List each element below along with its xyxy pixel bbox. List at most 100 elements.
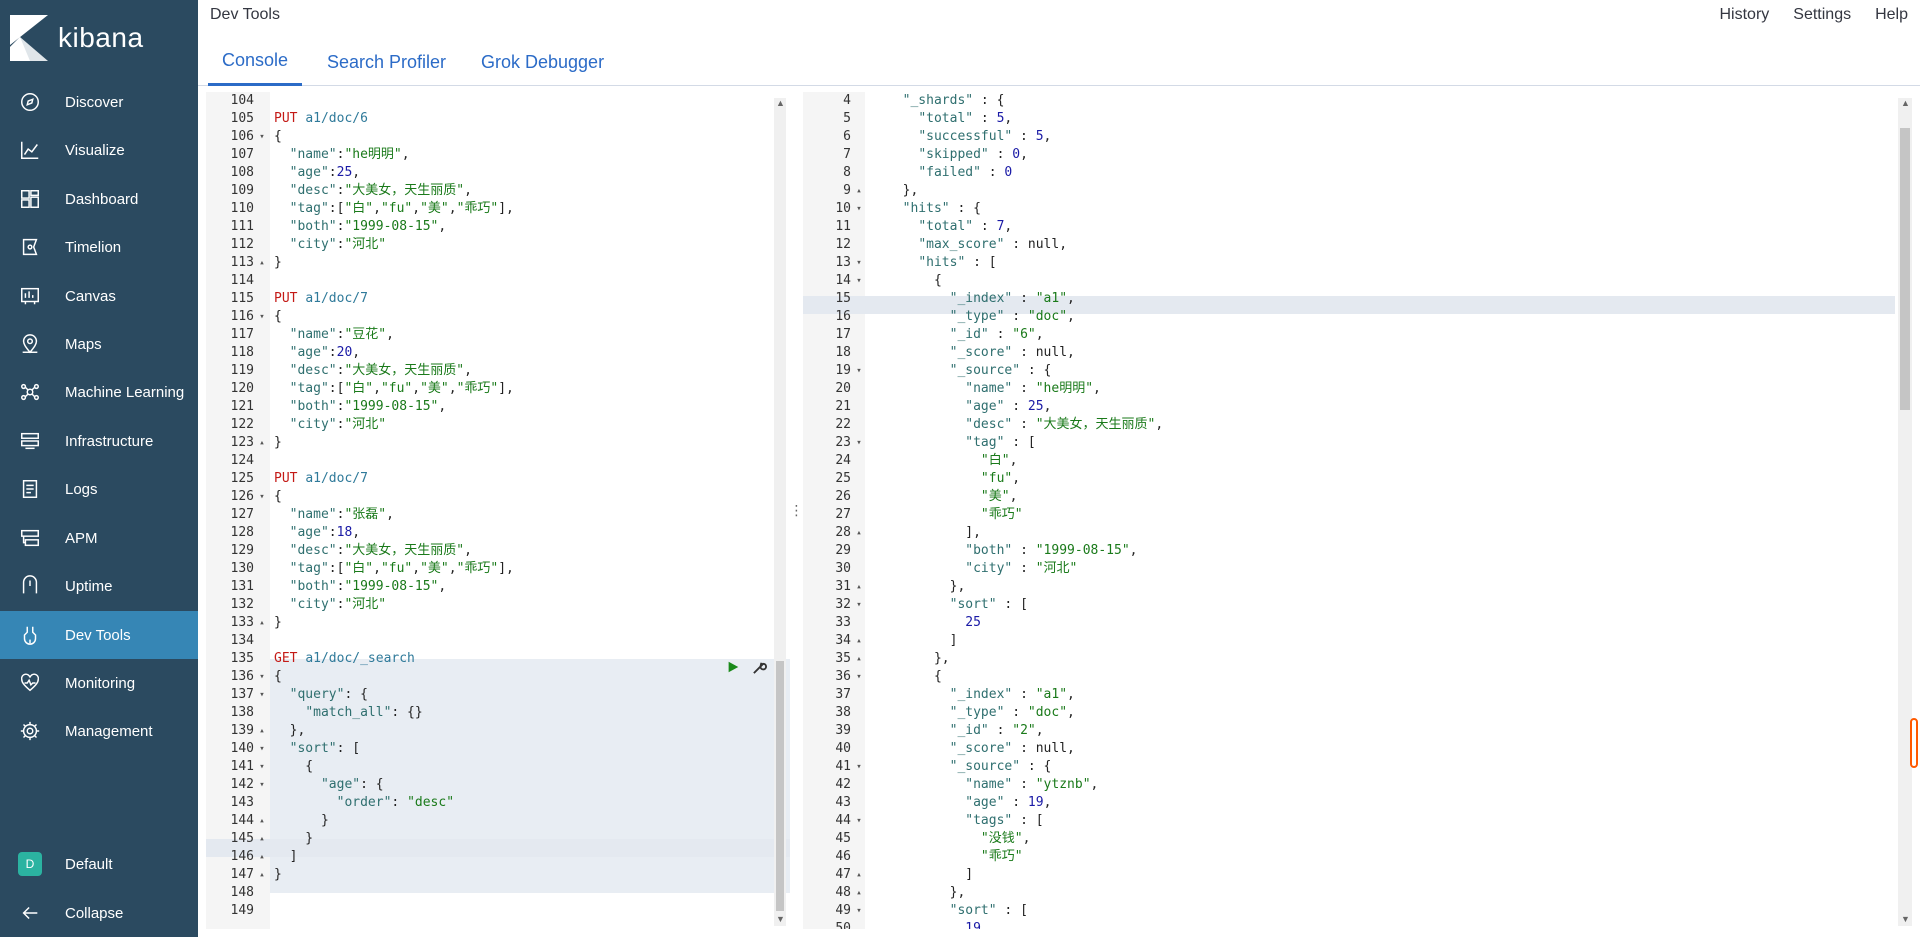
code-line[interactable]: 48 ▴ },: [803, 884, 1915, 902]
fold-toggle-icon[interactable]: ▾: [853, 758, 865, 776]
fold-toggle-icon[interactable]: ▾: [853, 254, 865, 272]
response-scroll-thumb[interactable]: [1900, 128, 1910, 410]
scroll-up-icon[interactable]: ▲: [1901, 98, 1910, 108]
fold-toggle-icon[interactable]: ▴: [853, 632, 865, 650]
code-line[interactable]: 127 "name":"张磊",: [206, 506, 790, 524]
code-line[interactable]: 27 "乖巧": [803, 506, 1915, 524]
code-line[interactable]: 138 "match_all": {}: [206, 704, 790, 722]
code-line[interactable]: 147 ▴}: [206, 866, 790, 884]
fold-toggle-icon[interactable]: ▾: [853, 434, 865, 452]
code-line[interactable]: 148: [206, 884, 790, 902]
request-editor[interactable]: 104 105 PUT a1/doc/6 106 ▾{107 "name":"he明明"…: [206, 92, 790, 929]
sidebar-item-logs[interactable]: Logs: [0, 465, 198, 513]
code-line[interactable]: 46 "乖巧": [803, 848, 1915, 866]
code-line[interactable]: 28 ▴ ],: [803, 524, 1915, 542]
collapse-button[interactable]: Collapse: [0, 889, 198, 937]
scroll-down-icon[interactable]: ▼: [1901, 914, 1910, 924]
code-line[interactable]: 50 19: [803, 920, 1915, 929]
code-line[interactable]: 133 ▴}: [206, 614, 790, 632]
sidebar-item-visualize[interactable]: Visualize: [0, 126, 198, 174]
fold-toggle-icon[interactable]: ▴: [256, 848, 268, 866]
code-line[interactable]: 120 "tag":["白","fu","美","乖巧"],: [206, 380, 790, 398]
code-line[interactable]: 37 "_index" : "a1",: [803, 686, 1915, 704]
code-line[interactable]: 142 ▾ "age": {: [206, 776, 790, 794]
fold-toggle-icon[interactable]: ▴: [256, 434, 268, 452]
code-line[interactable]: 22 "desc" : "大美女，天生丽质",: [803, 416, 1915, 434]
code-line[interactable]: 4 "_shards" : {: [803, 92, 1915, 110]
sidebar-item-machine-learning[interactable]: Machine Learning: [0, 368, 198, 416]
code-line[interactable]: 30 "city" : "河北": [803, 560, 1915, 578]
sidebar-item-apm[interactable]: APM: [0, 514, 198, 562]
fold-toggle-icon[interactable]: ▴: [853, 866, 865, 884]
request-scroll-thumb[interactable]: [776, 661, 784, 911]
fold-toggle-icon[interactable]: ▾: [256, 686, 268, 704]
request-scrollbar[interactable]: ▲ ▼: [774, 98, 786, 926]
fold-toggle-icon[interactable]: ▾: [256, 488, 268, 506]
scroll-up-icon[interactable]: ▲: [776, 98, 785, 108]
settings-link[interactable]: Settings: [1793, 6, 1851, 24]
code-line[interactable]: 15 "_index" : "a1",: [803, 290, 1915, 308]
sidebar-item-timelion[interactable]: Timelion: [0, 223, 198, 271]
code-line[interactable]: 19 ▾ "_source" : {: [803, 362, 1915, 380]
code-line[interactable]: 13 ▾ "hits" : [: [803, 254, 1915, 272]
fold-toggle-icon[interactable]: ▴: [256, 254, 268, 272]
code-line[interactable]: 109 "desc":"大美女，天生丽质",: [206, 182, 790, 200]
code-line[interactable]: 41 ▾ "_source" : {: [803, 758, 1915, 776]
code-line[interactable]: 29 "both" : "1999-08-15",: [803, 542, 1915, 560]
response-viewer[interactable]: 4 "_shards" : {5 "total" : 5, 6 "successf…: [803, 92, 1915, 929]
code-line[interactable]: 143 "order": "desc": [206, 794, 790, 812]
code-line[interactable]: 43 "age" : 19,: [803, 794, 1915, 812]
pane-resizer[interactable]: ⋮: [790, 92, 804, 929]
code-line[interactable]: 146 ▴ ]: [206, 848, 790, 866]
wrench-icon[interactable]: [750, 658, 768, 676]
code-line[interactable]: 31 ▴ },: [803, 578, 1915, 596]
code-line[interactable]: 5 "total" : 5,: [803, 110, 1915, 128]
sidebar-item-dev-tools[interactable]: Dev Tools: [0, 611, 198, 659]
code-line[interactable]: 23 ▾ "tag" : [: [803, 434, 1915, 452]
tab-search-profiler[interactable]: Search Profiler: [313, 38, 460, 86]
fold-toggle-icon[interactable]: ▾: [853, 362, 865, 380]
fold-toggle-icon[interactable]: ▴: [853, 578, 865, 596]
code-line[interactable]: 116 ▾ {: [206, 308, 790, 326]
code-line[interactable]: 24 "白",: [803, 452, 1915, 470]
code-line[interactable]: 119 "desc":"大美女，天生丽质",: [206, 362, 790, 380]
code-line[interactable]: 35 ▴ },: [803, 650, 1915, 668]
code-line[interactable]: 129 "desc":"大美女，天生丽质",: [206, 542, 790, 560]
code-line[interactable]: 123 ▴}: [206, 434, 790, 452]
code-line[interactable]: 145 ▴ }: [206, 830, 790, 848]
code-line[interactable]: 118 "age":20,: [206, 344, 790, 362]
fold-toggle-icon[interactable]: ▴: [256, 722, 268, 740]
code-line[interactable]: 110 "tag":["白","fu","美","乖巧"],: [206, 200, 790, 218]
code-line[interactable]: 139 ▴ },: [206, 722, 790, 740]
code-line[interactable]: 40 "_score" : null,: [803, 740, 1915, 758]
code-line[interactable]: 26 "美",: [803, 488, 1915, 506]
fold-toggle-icon[interactable]: ▴: [256, 866, 268, 884]
code-line[interactable]: 149: [206, 902, 790, 920]
code-line[interactable]: 126 ▾ {: [206, 488, 790, 506]
code-line[interactable]: 36 ▾ {: [803, 668, 1915, 686]
fold-toggle-icon[interactable]: ▾: [853, 200, 865, 218]
code-line[interactable]: 112 "city":"河北": [206, 236, 790, 254]
code-line[interactable]: 39 "_id" : "2",: [803, 722, 1915, 740]
fold-toggle-icon[interactable]: ▴: [853, 884, 865, 902]
tab-console[interactable]: Console: [208, 38, 303, 86]
fold-toggle-icon[interactable]: ▾: [256, 758, 268, 776]
fold-toggle-icon[interactable]: ▴: [853, 650, 865, 668]
fold-toggle-icon[interactable]: ▾: [853, 272, 865, 290]
sidebar-item-monitoring[interactable]: Monitoring: [0, 659, 198, 707]
sidebar-item-infrastructure[interactable]: Infrastructure: [0, 417, 198, 465]
code-line[interactable]: 38 "_type" : "doc",: [803, 704, 1915, 722]
code-line[interactable]: 137 ▾ "query": {: [206, 686, 790, 704]
code-line[interactable]: 11 "total" : 7,: [803, 218, 1915, 236]
response-scrollbar[interactable]: ▲ ▼: [1898, 98, 1912, 926]
code-line[interactable]: 134: [206, 632, 790, 650]
scroll-down-icon[interactable]: ▼: [776, 914, 785, 924]
fold-toggle-icon[interactable]: ▾: [256, 740, 268, 758]
kibana-logo[interactable]: kibana: [10, 14, 144, 62]
code-line[interactable]: 141 ▾ {: [206, 758, 790, 776]
history-link[interactable]: History: [1720, 6, 1770, 24]
play-icon[interactable]: [724, 658, 742, 676]
code-line[interactable]: 12 "max_score" : null,: [803, 236, 1915, 254]
fold-toggle-icon[interactable]: ▾: [256, 776, 268, 794]
sidebar-item-discover[interactable]: Discover: [0, 78, 198, 126]
